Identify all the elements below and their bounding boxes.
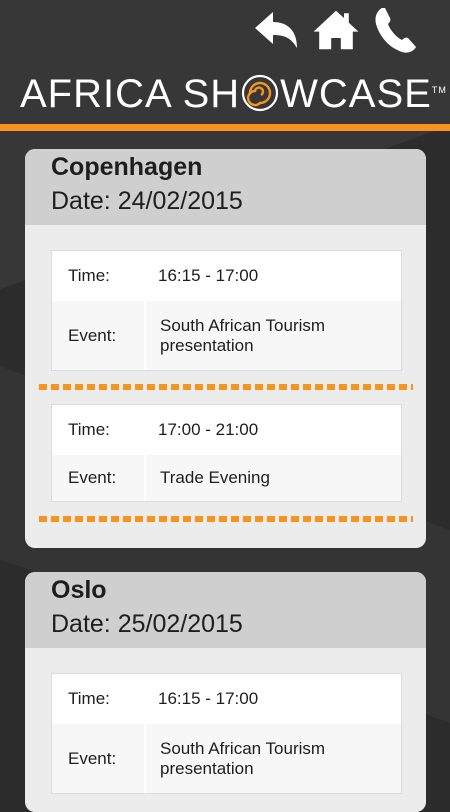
time-label: Time: bbox=[68, 266, 110, 285]
back-icon[interactable] bbox=[252, 4, 300, 56]
event-date: Date: 25/02/2015 bbox=[51, 610, 243, 638]
logo-text-left: AFRICA SH bbox=[20, 72, 241, 116]
event-entry[interactable]: Time: 17:00 - 21:00 Event: Trade Evening bbox=[51, 404, 402, 502]
event-value: South African Tourism presentation bbox=[146, 301, 401, 370]
event-label: Event: bbox=[52, 301, 144, 370]
header-toolbar bbox=[252, 4, 420, 56]
app-header: AFRICA SH WCASETM bbox=[0, 0, 450, 132]
event-label: Event: bbox=[52, 724, 144, 793]
event-date: Date: 24/02/2015 bbox=[51, 187, 243, 215]
time-row: Time: 16:15 - 17:00 bbox=[52, 674, 401, 724]
card-header: Copenhagen Date: 24/02/2015 bbox=[25, 149, 426, 225]
card-header: Oslo Date: 25/02/2015 bbox=[25, 572, 426, 648]
time-value: 16:15 - 17:00 bbox=[158, 266, 259, 285]
trademark-mark: TM bbox=[431, 85, 447, 95]
dotted-separator bbox=[39, 384, 413, 390]
time-row: Time: 17:00 - 21:00 bbox=[52, 405, 401, 455]
time-label: Time: bbox=[68, 420, 110, 439]
home-icon[interactable] bbox=[312, 4, 360, 56]
event-value: South African Tourism presentation bbox=[146, 724, 401, 793]
time-value: 16:15 - 17:00 bbox=[158, 689, 259, 708]
time-label: Time: bbox=[68, 689, 110, 708]
time-value: 17:00 - 21:00 bbox=[158, 420, 259, 439]
event-value: Trade Evening bbox=[146, 455, 401, 501]
swirl-logo-icon bbox=[240, 73, 280, 113]
time-row: Time: 16:15 - 17:00 bbox=[52, 251, 401, 301]
event-row: Event: South African Tourism presentatio… bbox=[52, 301, 401, 370]
event-row: Event: South African Tourism presentatio… bbox=[52, 724, 401, 793]
dotted-separator bbox=[39, 516, 413, 522]
event-entry[interactable]: Time: 16:15 - 17:00 Event: South African… bbox=[51, 673, 402, 794]
event-card-oslo: Oslo Date: 25/02/2015 Time: 16:15 - 17:0… bbox=[25, 572, 426, 812]
phone-icon[interactable] bbox=[372, 4, 420, 56]
event-label: Event: bbox=[52, 455, 144, 501]
logo-text-right: WCASE bbox=[280, 72, 432, 116]
event-entry[interactable]: Time: 16:15 - 17:00 Event: South African… bbox=[51, 250, 402, 371]
event-row: Event: Trade Evening bbox=[52, 455, 401, 501]
city-title: Copenhagen bbox=[51, 153, 203, 181]
header-divider bbox=[0, 124, 450, 131]
city-title: Oslo bbox=[51, 576, 107, 604]
event-card-copenhagen: Copenhagen Date: 24/02/2015 Time: 16:15 … bbox=[25, 149, 426, 548]
app-logo: AFRICA SH WCASETM bbox=[20, 72, 446, 116]
